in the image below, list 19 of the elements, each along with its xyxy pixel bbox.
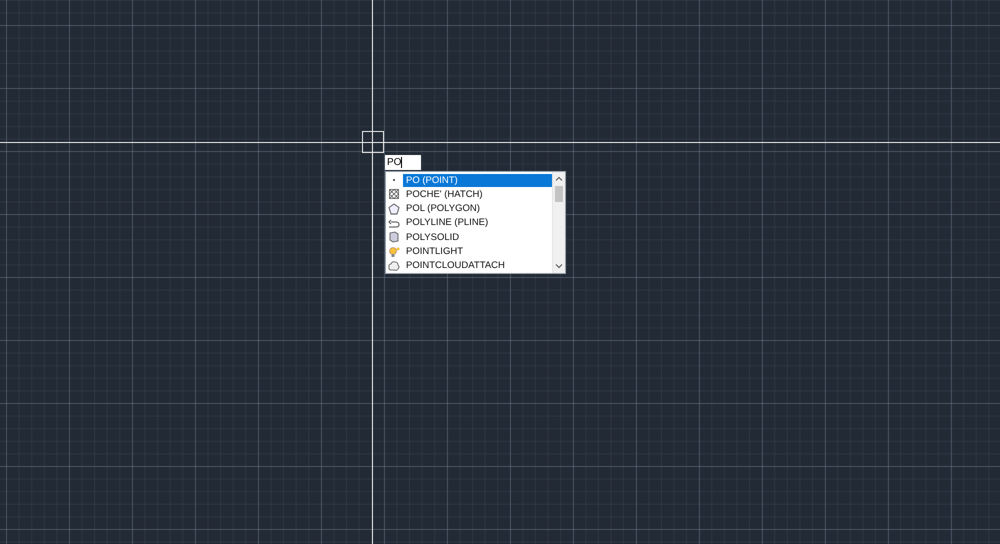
command-input-field[interactable]: PO <box>385 155 421 170</box>
scrollbar[interactable] <box>552 172 565 273</box>
drawing-canvas[interactable]: PO PO (POINT) POCHE' (HATCH) POL (POLYGON) POLYLINE (PLINE) POLYSOLID POINTLIGHT POINTCLOUDATTACH <box>0 0 1000 544</box>
scroll-thumb[interactable] <box>555 186 563 202</box>
hatch-icon <box>388 188 400 200</box>
suggestion-item[interactable]: POLYLINE (PLINE) <box>403 216 552 230</box>
suggestion-item[interactable]: POINTLIGHT <box>403 245 552 258</box>
suggestion-item[interactable]: POL (POLYGON) <box>403 202 552 216</box>
suggestion-item[interactable]: POLYSOLID <box>403 230 552 244</box>
scroll-down-icon[interactable] <box>555 262 563 270</box>
suggestion-item[interactable]: POCHE' (HATCH) <box>403 188 552 201</box>
suggestion-item[interactable]: POINTCLOUDATTACH <box>403 259 552 272</box>
solid-icon <box>388 231 400 244</box>
polygon-icon <box>388 202 400 215</box>
scroll-up-icon[interactable] <box>555 175 563 183</box>
cloud-icon <box>388 260 400 272</box>
light-bulb-icon <box>388 246 400 258</box>
suggestion-item[interactable]: PO (POINT) <box>403 174 552 187</box>
polyline-icon <box>388 216 400 229</box>
